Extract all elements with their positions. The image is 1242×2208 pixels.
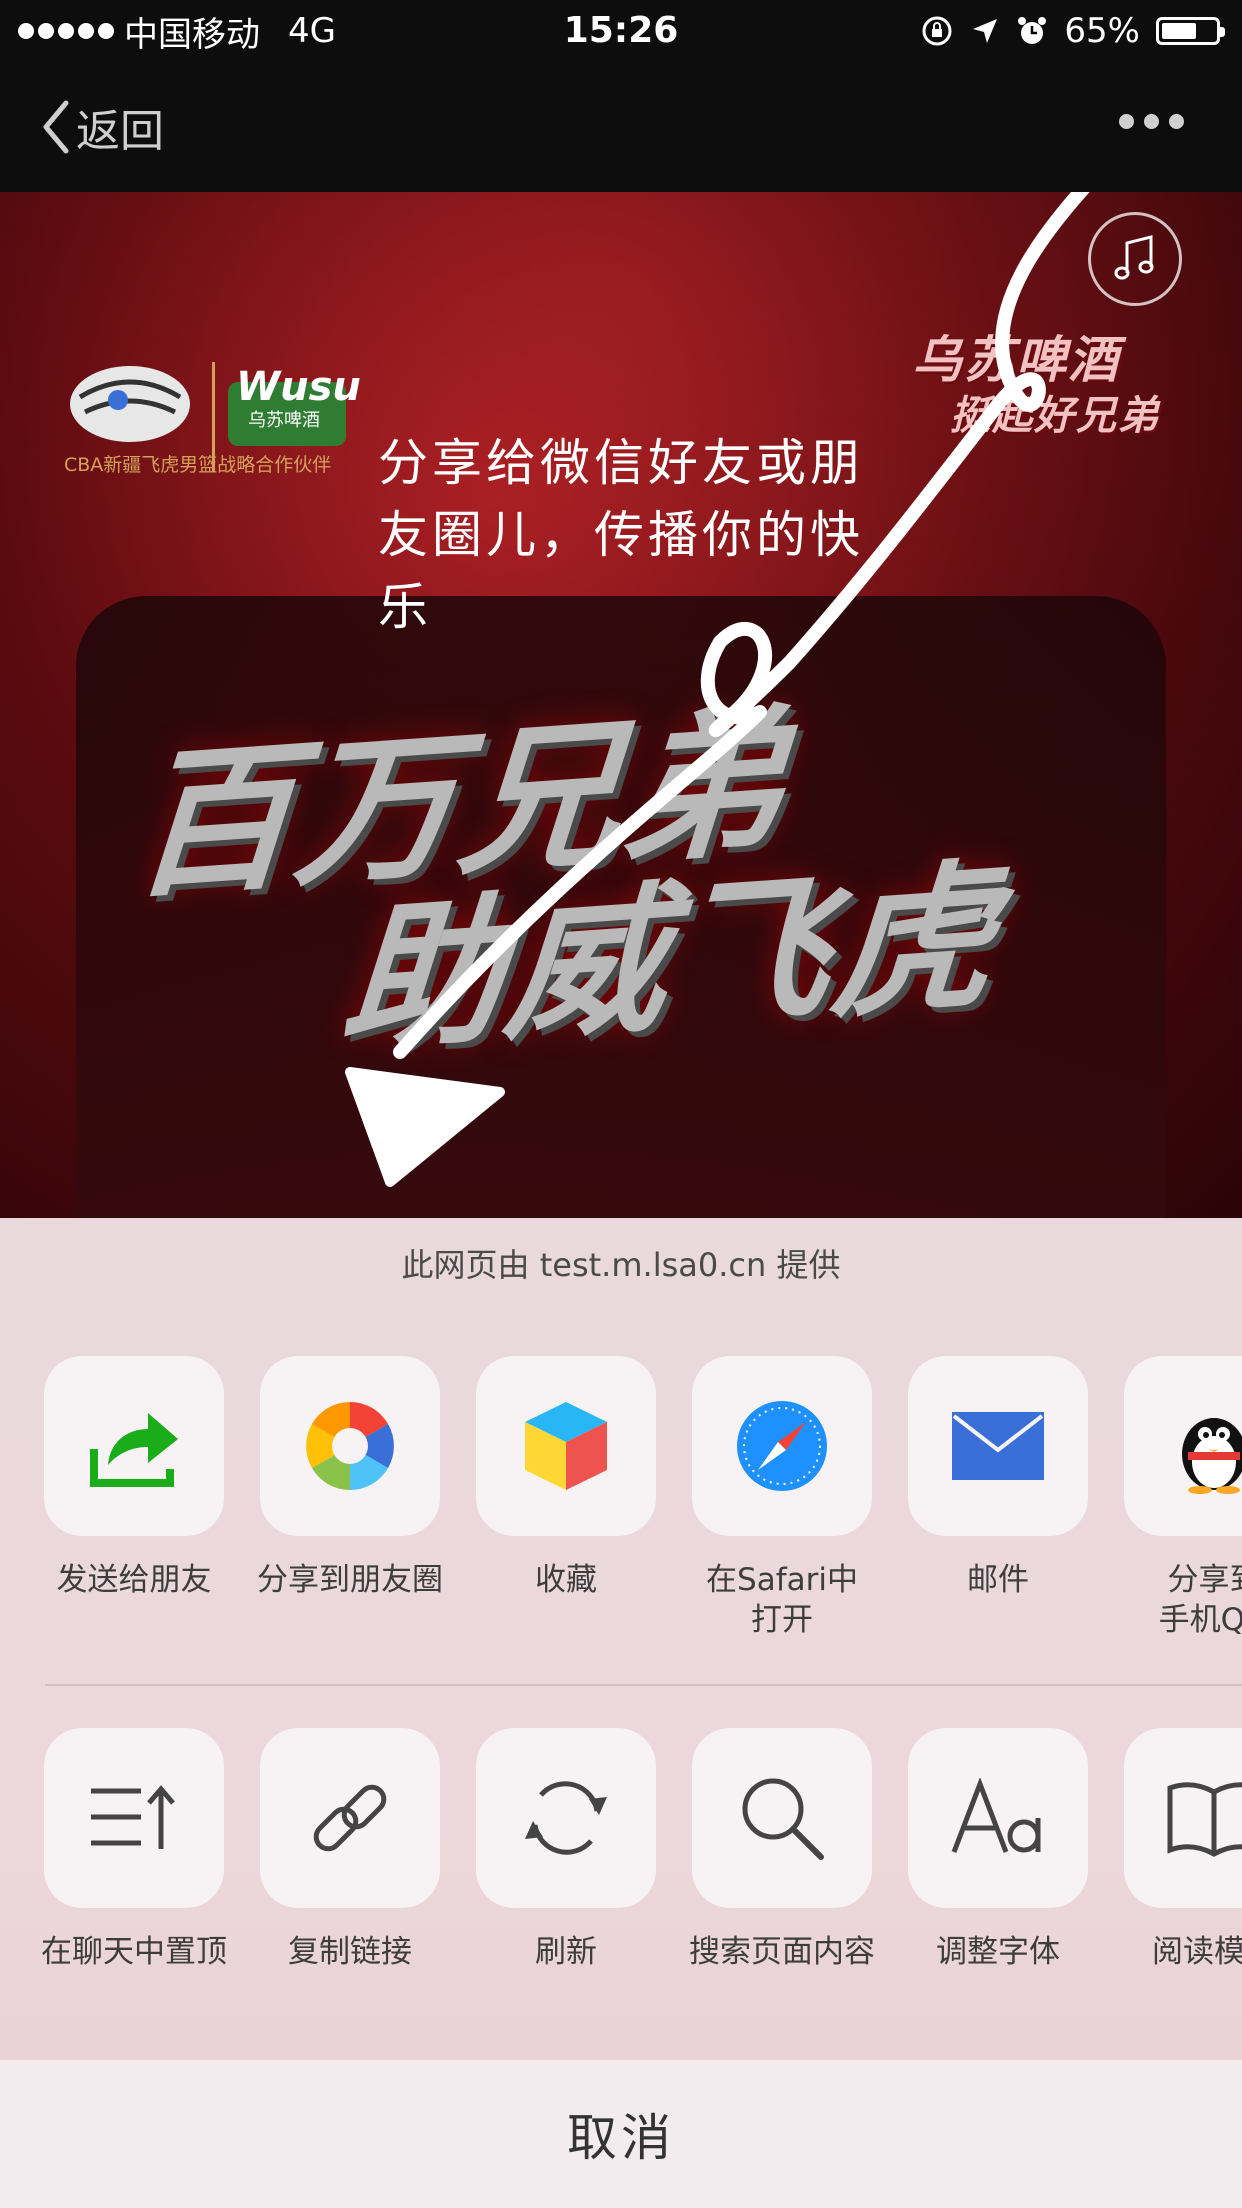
refresh-icon bbox=[525, 1781, 607, 1855]
share-item-label: 分享到 手机QQ bbox=[1158, 1562, 1242, 1638]
favorites-tile[interactable] bbox=[476, 1356, 656, 1536]
rotation-lock-icon bbox=[922, 16, 952, 46]
share-qq[interactable]: 分享到 手机QQ bbox=[1106, 1356, 1242, 1640]
send-to-friend-icon bbox=[90, 1413, 178, 1487]
pin-to-top-tile[interactable] bbox=[44, 1728, 224, 1908]
alarm-icon bbox=[1018, 17, 1047, 44]
chevron-left-icon bbox=[43, 100, 69, 154]
action-search-page[interactable]: 搜索页面内容 bbox=[674, 1728, 890, 1972]
provider-text: 此网页由 test.m.lsa0.cn 提供 bbox=[401, 1246, 841, 1284]
reading-mode-tile[interactable] bbox=[1124, 1728, 1242, 1908]
battery-fill bbox=[1162, 23, 1196, 39]
qq-penguin-icon bbox=[1182, 1418, 1242, 1494]
status-bar: 中国移动 4G 15:26 65% bbox=[0, 0, 1242, 62]
qq-tile[interactable] bbox=[1124, 1356, 1242, 1536]
share-sheet: 此网页由 test.m.lsa0.cn 提供 发送给朋友 分享到朋友圈 收藏 在… bbox=[0, 1218, 1242, 2208]
action-pin-to-top[interactable]: 在聊天中置顶 bbox=[26, 1728, 242, 1972]
battery-percent: 65% bbox=[1064, 11, 1140, 51]
more-dot-icon bbox=[1144, 114, 1159, 129]
action-item-label: 在聊天中置顶 bbox=[41, 1934, 227, 1970]
safari-compass-icon bbox=[737, 1401, 827, 1491]
more-options-button[interactable] bbox=[1119, 114, 1184, 129]
row-divider bbox=[45, 1684, 1242, 1686]
back-label: 返回 bbox=[76, 106, 164, 157]
share-moments[interactable]: 分享到朋友圈 bbox=[242, 1356, 458, 1600]
web-content: CBA新疆飞虎男篮战略合作伙伴 Wusu 乌苏啤酒 乌苏啤酒 挺起好兄弟 百万兄… bbox=[0, 192, 1242, 1218]
share-guide-arrow-icon bbox=[345, 192, 1090, 1187]
more-dot-icon bbox=[1119, 114, 1134, 129]
favorites-cube-icon bbox=[525, 1402, 607, 1490]
action-item-label: 调整字体 bbox=[936, 1934, 1060, 1970]
battery-icon bbox=[1156, 17, 1225, 45]
share-mail[interactable]: 邮件 bbox=[890, 1356, 1106, 1600]
pin-to-top-icon bbox=[91, 1785, 175, 1849]
share-item-label: 邮件 bbox=[967, 1562, 1029, 1598]
action-item-label: 复制链接 bbox=[288, 1934, 412, 1970]
location-arrow-icon bbox=[973, 19, 998, 43]
mail-tile[interactable] bbox=[908, 1356, 1088, 1536]
back-button[interactable]: 返回 bbox=[40, 92, 164, 162]
book-icon bbox=[1167, 1782, 1242, 1857]
nav-bar: 返回 bbox=[0, 62, 1242, 192]
action-adjust-font[interactable]: 调整字体 bbox=[890, 1728, 1106, 1972]
link-icon bbox=[313, 1784, 387, 1852]
moments-tile[interactable] bbox=[260, 1356, 440, 1536]
action-item-label: 阅读模式 bbox=[1152, 1934, 1242, 1970]
moments-icon bbox=[306, 1402, 394, 1490]
refresh-tile[interactable] bbox=[476, 1728, 656, 1908]
action-item-label: 搜索页面内容 bbox=[689, 1934, 875, 1970]
search-icon bbox=[742, 1778, 824, 1860]
status-bar-right: 65% bbox=[920, 8, 1225, 54]
mail-icon bbox=[952, 1412, 1044, 1480]
more-dot-icon bbox=[1169, 114, 1184, 129]
action-refresh[interactable]: 刷新 bbox=[458, 1728, 674, 1972]
share-item-label: 发送给朋友 bbox=[56, 1562, 212, 1598]
font-size-tile[interactable] bbox=[908, 1728, 1088, 1908]
safari-tile[interactable] bbox=[692, 1356, 872, 1536]
share-favorites[interactable]: 收藏 bbox=[458, 1356, 674, 1600]
action-copy-link[interactable]: 复制链接 bbox=[242, 1728, 458, 1972]
font-size-icon bbox=[951, 1778, 1041, 1853]
send-to-friend-tile[interactable] bbox=[44, 1356, 224, 1536]
copy-link-tile[interactable] bbox=[260, 1728, 440, 1908]
share-open-in-safari[interactable]: 在Safari中 打开 bbox=[674, 1356, 890, 1640]
search-tile[interactable] bbox=[692, 1728, 872, 1908]
share-send-to-friend[interactable]: 发送给朋友 bbox=[26, 1356, 242, 1600]
action-reading-mode[interactable]: 阅读模式 bbox=[1106, 1728, 1242, 1972]
share-item-label: 分享到朋友圈 bbox=[257, 1562, 443, 1598]
share-item-label: 在Safari中 打开 bbox=[706, 1562, 858, 1638]
action-item-label: 刷新 bbox=[535, 1934, 597, 1970]
cancel-button[interactable]: 取消 bbox=[0, 2060, 1242, 2208]
share-item-label: 收藏 bbox=[535, 1562, 597, 1598]
